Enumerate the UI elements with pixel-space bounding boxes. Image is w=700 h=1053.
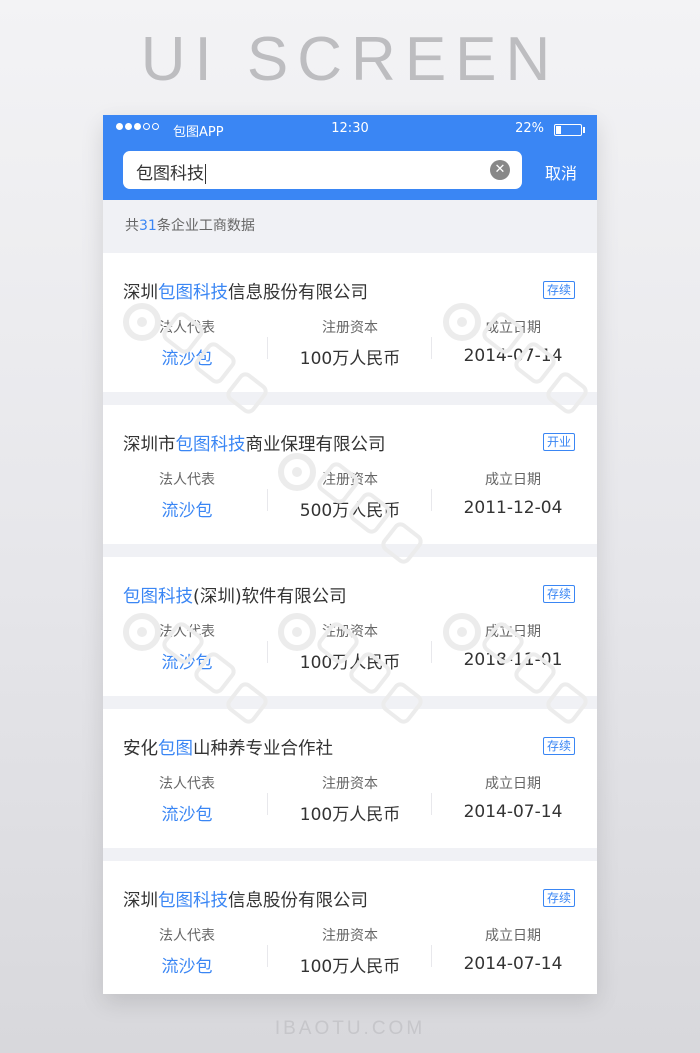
company-name: 深圳包图科技信息股份有限公司 — [123, 887, 368, 912]
founded-label: 成立日期 — [485, 472, 541, 488]
legal-rep-label: 法人代表 — [159, 776, 215, 792]
phone-screen: 包图APP 12:30 22% 包图科技 ✕ 取消 共31条企业工商数据 深圳包… — [103, 115, 597, 994]
search-value: 包图科技 — [136, 164, 204, 184]
battery-percent: 22% — [515, 121, 544, 136]
banner-title: UI SCREEN — [140, 25, 560, 94]
legal-rep-column: 法人代表 流沙包 — [105, 317, 269, 369]
company-name-suffix: 商业保理有限公司 — [245, 435, 386, 455]
search-input[interactable]: 包图科技 ✕ — [123, 151, 522, 189]
summary-prefix: 共 — [125, 218, 139, 234]
company-card[interactable]: 深圳市包图科技商业保理有限公司 开业 法人代表 流沙包 注册资本 500万人民币… — [103, 405, 597, 544]
founded-column: 成立日期 2011-12-04 — [431, 469, 595, 518]
founded-column: 成立日期 2014-07-14 — [431, 773, 595, 822]
battery-icon — [554, 124, 582, 136]
status-badge: 存续 — [542, 737, 575, 755]
company-name: 安化包图山种养专业合作社 — [123, 735, 333, 760]
founded-value: 2018-11-01 — [463, 650, 563, 670]
status-bar: 包图APP 12:30 22% — [103, 115, 597, 145]
company-name-highlight: 包图科技 — [123, 587, 193, 607]
company-name-prefix: 深圳 — [123, 891, 158, 911]
founded-label: 成立日期 — [485, 928, 541, 944]
company-name-suffix: (深圳)软件有限公司 — [193, 587, 347, 607]
company-name-highlight: 包图科技 — [175, 435, 246, 455]
capital-value: 100万人民币 — [299, 957, 401, 977]
capital-value: 500万人民币 — [299, 501, 401, 521]
company-card[interactable]: 安化包图山种养专业合作社 存续 法人代表 流沙包 注册资本 100万人民币 成立… — [103, 709, 597, 848]
search-header: 包图APP 12:30 22% 包图科技 ✕ 取消 — [103, 115, 597, 200]
legal-rep-label: 法人代表 — [159, 624, 215, 640]
status-badge: 存续 — [542, 585, 575, 603]
company-name-prefix: 深圳 — [123, 283, 158, 303]
company-name: 包图科技(深圳)软件有限公司 — [123, 583, 347, 608]
company-name-highlight: 包图科技 — [158, 891, 228, 911]
founded-value: 2014-07-14 — [463, 954, 563, 974]
company-name-suffix: 信息股份有限公司 — [228, 891, 368, 911]
capital-value: 100万人民币 — [299, 349, 401, 369]
status-badge: 存续 — [542, 281, 575, 299]
legal-rep-column: 法人代表 流沙包 — [105, 773, 269, 825]
clear-icon[interactable]: ✕ — [490, 160, 510, 180]
company-name-highlight: 包图 — [158, 739, 193, 759]
legal-rep-column: 法人代表 流沙包 — [105, 925, 269, 977]
company-card[interactable]: 包图科技(深圳)软件有限公司 存续 法人代表 流沙包 注册资本 100万人民币 … — [103, 557, 597, 696]
company-card[interactable]: 深圳包图科技信息股份有限公司 存续 法人代表 流沙包 注册资本 100万人民币 … — [103, 861, 597, 994]
capital-column: 注册资本 500万人民币 — [268, 469, 432, 521]
founded-label: 成立日期 — [485, 320, 541, 336]
capital-label: 注册资本 — [322, 624, 378, 640]
legal-rep-column: 法人代表 流沙包 — [105, 621, 269, 673]
company-card[interactable]: 深圳包图科技信息股份有限公司 存续 法人代表 流沙包 注册资本 100万人民币 … — [103, 253, 597, 392]
result-list: 深圳包图科技信息股份有限公司 存续 法人代表 流沙包 注册资本 100万人民币 … — [103, 253, 597, 994]
founded-label: 成立日期 — [485, 776, 541, 792]
legal-rep-link[interactable]: 流沙包 — [105, 648, 269, 673]
founded-label: 成立日期 — [485, 624, 541, 640]
legal-rep-link[interactable]: 流沙包 — [105, 952, 269, 977]
capital-label: 注册资本 — [322, 320, 378, 336]
capital-label: 注册资本 — [322, 928, 378, 944]
cancel-button[interactable]: 取消 — [545, 160, 577, 184]
founded-column: 成立日期 2014-07-14 — [431, 317, 595, 366]
company-name-suffix: 山种养专业合作社 — [193, 739, 333, 759]
legal-rep-column: 法人代表 流沙包 — [105, 469, 269, 521]
banner-footer: IBAOTU.COM — [274, 1018, 426, 1039]
status-badge: 存续 — [542, 889, 575, 907]
legal-rep-link[interactable]: 流沙包 — [105, 800, 269, 825]
founded-value: 2014-07-14 — [463, 346, 563, 366]
founded-column: 成立日期 2014-07-14 — [431, 925, 595, 974]
company-name-prefix: 深圳市 — [123, 435, 176, 455]
capital-label: 注册资本 — [322, 776, 378, 792]
legal-rep-label: 法人代表 — [159, 320, 215, 336]
capital-column: 注册资本 100万人民币 — [268, 317, 432, 369]
legal-rep-link[interactable]: 流沙包 — [105, 344, 269, 369]
legal-rep-link[interactable]: 流沙包 — [105, 496, 269, 521]
founded-value: 2011-12-04 — [463, 498, 563, 518]
status-badge: 开业 — [542, 433, 575, 451]
founded-column: 成立日期 2018-11-01 — [431, 621, 595, 670]
capital-column: 注册资本 100万人民币 — [268, 621, 432, 673]
company-name-suffix: 信息股份有限公司 — [228, 283, 368, 303]
capital-value: 100万人民币 — [299, 653, 401, 673]
battery-tip — [583, 127, 585, 133]
company-name: 深圳市包图科技商业保理有限公司 — [123, 431, 386, 456]
summary-suffix: 条企业工商数据 — [156, 218, 255, 234]
founded-value: 2014-07-14 — [463, 802, 563, 822]
company-name-highlight: 包图科技 — [158, 283, 228, 303]
company-name: 深圳包图科技信息股份有限公司 — [123, 279, 368, 304]
result-summary: 共31条企业工商数据 — [103, 200, 597, 253]
text-caret — [205, 164, 206, 184]
capital-column: 注册资本 100万人民币 — [268, 925, 432, 977]
capital-column: 注册资本 100万人民币 — [268, 773, 432, 825]
company-name-prefix: 安化 — [123, 739, 158, 759]
legal-rep-label: 法人代表 — [159, 928, 215, 944]
capital-label: 注册资本 — [322, 472, 378, 488]
result-count: 31 — [139, 218, 157, 234]
capital-value: 100万人民币 — [299, 805, 401, 825]
legal-rep-label: 法人代表 — [159, 472, 215, 488]
